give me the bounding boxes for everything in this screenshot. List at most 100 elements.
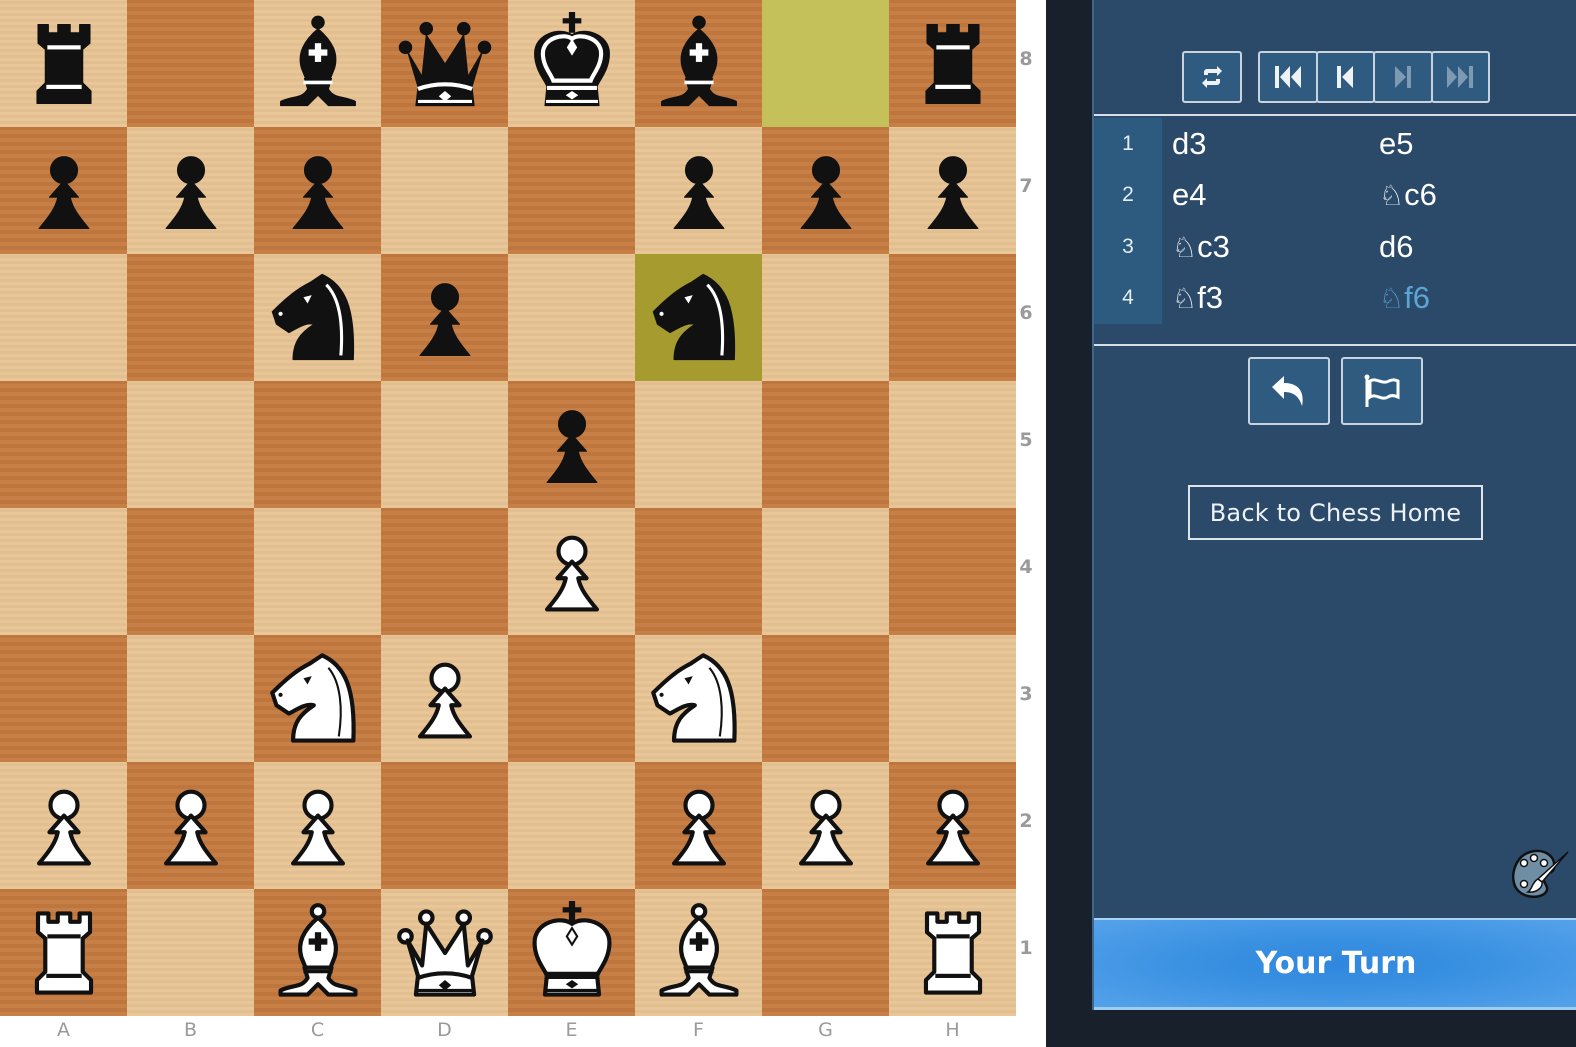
square-b3[interactable] [127,635,254,762]
flip-board-button[interactable] [1182,51,1242,103]
square-g1[interactable] [762,889,889,1016]
white-move[interactable]: e4 [1172,177,1206,213]
white-king-icon[interactable] [520,900,624,1005]
square-h2[interactable] [889,762,1016,889]
square-e5[interactable] [508,381,635,508]
white-pawn-icon[interactable] [393,647,497,751]
white-bishop-icon[interactable] [647,901,751,1005]
square-a5[interactable] [0,381,127,508]
square-c1[interactable] [254,889,381,1016]
white-knight-icon[interactable] [266,647,370,751]
square-e3[interactable] [508,635,635,762]
square-b5[interactable] [127,381,254,508]
square-b6[interactable] [127,254,254,381]
square-d7[interactable] [381,127,508,254]
square-d4[interactable] [381,508,508,635]
square-a7[interactable] [0,127,127,254]
white-pawn-icon[interactable] [774,774,878,878]
square-a4[interactable] [0,508,127,635]
white-pawn-icon[interactable] [266,774,370,878]
square-h6[interactable] [889,254,1016,381]
square-d3[interactable] [381,635,508,762]
square-d5[interactable] [381,381,508,508]
black-pawn-icon[interactable] [266,139,370,243]
square-h7[interactable] [889,127,1016,254]
black-pawn-icon[interactable] [520,393,624,497]
white-pawn-icon[interactable] [647,774,751,878]
square-c4[interactable] [254,508,381,635]
black-pawn-icon[interactable] [901,139,1005,243]
square-f7[interactable] [635,127,762,254]
white-knight-icon[interactable] [647,647,751,751]
white-queen-icon[interactable] [393,901,497,1005]
black-pawn-icon[interactable] [139,139,243,243]
square-a2[interactable] [0,762,127,889]
white-move[interactable]: ♘c3 [1172,229,1230,265]
square-f1[interactable] [635,889,762,1016]
square-c8[interactable] [254,0,381,127]
black-move[interactable]: ♘c6 [1379,177,1437,213]
black-knight-icon[interactable] [266,266,370,370]
black-rook-icon[interactable] [12,12,116,116]
square-g8[interactable] [762,0,889,127]
next-move-button[interactable] [1373,51,1433,103]
first-move-button[interactable] [1258,51,1318,103]
white-pawn-icon[interactable] [139,774,243,878]
square-d2[interactable] [381,762,508,889]
square-h1[interactable] [889,889,1016,1016]
white-bishop-icon[interactable] [266,901,370,1005]
black-king-icon[interactable] [520,11,624,116]
white-pawn-icon[interactable] [901,774,1005,878]
white-rook-icon[interactable] [901,901,1005,1005]
square-c6[interactable] [254,254,381,381]
square-g3[interactable] [762,635,889,762]
black-move[interactable]: ♘f6 [1379,280,1430,316]
square-h5[interactable] [889,381,1016,508]
white-move[interactable]: d3 [1172,126,1206,162]
black-queen-icon[interactable] [393,12,497,116]
square-g2[interactable] [762,762,889,889]
square-h8[interactable] [889,0,1016,127]
square-h4[interactable] [889,508,1016,635]
square-c2[interactable] [254,762,381,889]
square-h3[interactable] [889,635,1016,762]
black-rook-icon[interactable] [901,12,1005,116]
black-knight-icon[interactable] [647,266,751,370]
last-move-button[interactable] [1430,51,1490,103]
chess-board[interactable] [0,0,1016,1016]
square-b2[interactable] [127,762,254,889]
square-e8[interactable] [508,0,635,127]
square-d6[interactable] [381,254,508,381]
black-pawn-icon[interactable] [393,266,497,370]
theme-button[interactable] [1510,846,1570,902]
square-c5[interactable] [254,381,381,508]
square-g7[interactable] [762,127,889,254]
square-e7[interactable] [508,127,635,254]
black-pawn-icon[interactable] [647,139,751,243]
square-d8[interactable] [381,0,508,127]
square-b4[interactable] [127,508,254,635]
square-d1[interactable] [381,889,508,1016]
square-a8[interactable] [0,0,127,127]
square-b1[interactable] [127,889,254,1016]
square-e4[interactable] [508,508,635,635]
square-b7[interactable] [127,127,254,254]
square-e1[interactable] [508,889,635,1016]
square-e6[interactable] [508,254,635,381]
square-g5[interactable] [762,381,889,508]
black-pawn-icon[interactable] [12,139,116,243]
square-e2[interactable] [508,762,635,889]
white-pawn-icon[interactable] [12,774,116,878]
square-g6[interactable] [762,254,889,381]
square-c7[interactable] [254,127,381,254]
square-c3[interactable] [254,635,381,762]
square-a6[interactable] [0,254,127,381]
back-to-home-button[interactable]: Back to Chess Home [1188,485,1483,540]
square-b8[interactable] [127,0,254,127]
black-bishop-icon[interactable] [266,12,370,116]
white-move[interactable]: ♘f3 [1172,280,1223,316]
white-rook-icon[interactable] [12,901,116,1005]
square-a3[interactable] [0,635,127,762]
square-g4[interactable] [762,508,889,635]
square-f4[interactable] [635,508,762,635]
